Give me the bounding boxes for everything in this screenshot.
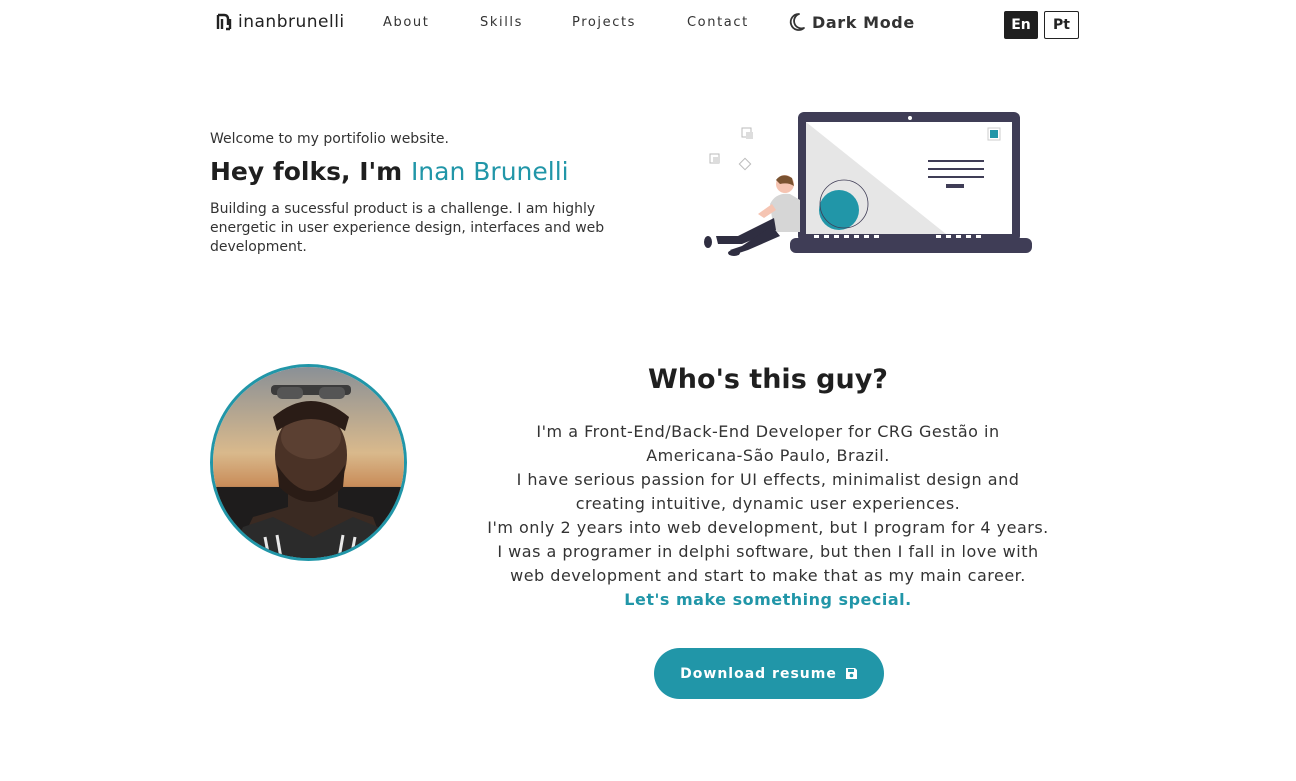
about-line: I'm a Front-End/Back-End Developer for C… [536, 422, 1000, 441]
site-logo[interactable]: inanbrunelli [216, 12, 345, 32]
about-line: creating intuitive, dynamic user experie… [575, 494, 961, 513]
hero-name: Inan Brunelli [410, 157, 569, 186]
logo-mark-icon [216, 13, 232, 31]
moon-icon [789, 13, 805, 31]
about-line: I was a programer in delphi software, bu… [497, 542, 1039, 561]
dark-mode-toggle[interactable]: Dark Mode [788, 12, 915, 32]
nav-link-skills[interactable]: Skills [480, 15, 523, 30]
about-title: Who's this guy? [648, 364, 888, 395]
about-cta: Let's make something special. [624, 590, 912, 609]
laptop-illustration [704, 112, 1032, 256]
floppy-disk-icon [845, 668, 857, 679]
profile-photo-image [213, 367, 404, 558]
hero-greeting: Hey folks, I'm [210, 157, 403, 186]
about-line: I have serious passion for UI effects, m… [516, 470, 1020, 489]
download-resume-button[interactable]: Download resume [654, 648, 884, 699]
about-line: Americana-São Paulo, Brazil. [646, 446, 890, 465]
about-line: web development and start to make that a… [510, 566, 1026, 585]
about-description: I'm a Front-End/Back-End Developer for C… [468, 420, 1068, 612]
nav-link-about[interactable]: About [383, 15, 429, 30]
logo-text: inanbrunelli [238, 12, 345, 32]
about-line: I'm only 2 years into web development, b… [487, 518, 1049, 537]
top-navbar: inanbrunelli About Skills Projects Conta… [0, 0, 1296, 48]
nav-link-projects[interactable]: Projects [572, 15, 636, 30]
hero-title: Hey folks, I'm Inan Brunelli [210, 157, 569, 186]
profile-photo [210, 364, 407, 561]
nav-link-contact[interactable]: Contact [687, 15, 749, 30]
resume-button-label: Download resume [680, 665, 837, 682]
hero-subtitle: Building a sucessful product is a challe… [210, 201, 605, 255]
lang-pt-button[interactable]: Pt [1044, 11, 1079, 39]
lang-en-button[interactable]: En [1004, 11, 1038, 39]
dark-mode-label: Dark Mode [812, 12, 915, 32]
welcome-text: Welcome to my portifolio website. [210, 131, 449, 147]
